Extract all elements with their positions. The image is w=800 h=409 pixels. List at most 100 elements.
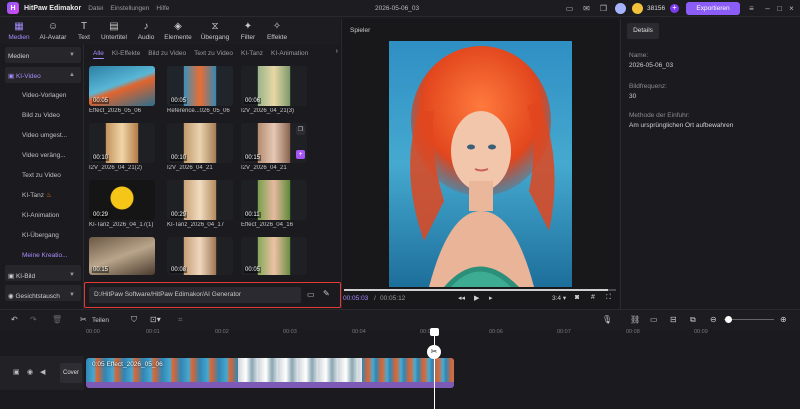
media-thumbnail[interactable]: 00:15 bbox=[89, 237, 155, 275]
video-preview[interactable] bbox=[389, 41, 572, 287]
mail-icon[interactable]: ✉ bbox=[582, 4, 591, 13]
fit-icon[interactable]: ⧉ bbox=[690, 315, 696, 324]
sidebar-item-video-transform[interactable]: Video umgest... bbox=[0, 125, 83, 145]
minimize-icon[interactable]: – bbox=[763, 4, 772, 13]
maximize-icon[interactable]: □ bbox=[775, 4, 784, 13]
avatar[interactable] bbox=[615, 3, 626, 14]
tool-subtitles[interactable]: ▤ Untertitel bbox=[96, 17, 132, 44]
media-thumbnail[interactable]: 00:10 bbox=[89, 123, 155, 163]
edit-icon[interactable]: ✎ bbox=[323, 289, 330, 298]
sidebar-item-image-to-video[interactable]: Bild zu Video bbox=[0, 105, 83, 125]
menu-file[interactable]: Datei bbox=[88, 5, 103, 12]
media-thumbnail[interactable]: 00:29 bbox=[89, 180, 155, 220]
fullscreen-icon[interactable]: ⛶ bbox=[606, 294, 611, 302]
media-thumbnail[interactable]: 00:05 bbox=[241, 237, 307, 275]
playback-progress-bar[interactable] bbox=[344, 289, 616, 291]
text-tool-icon[interactable]: ⊡▾ bbox=[150, 315, 161, 324]
copy-icon[interactable]: ❐ bbox=[296, 126, 305, 135]
tool-media[interactable]: ▦ Medien bbox=[4, 17, 34, 44]
media-thumbnail[interactable]: 00:10 bbox=[167, 123, 233, 163]
sidebar-label: Video umgest... bbox=[22, 131, 68, 139]
media-thumbnail[interactable]: 00:29 bbox=[167, 180, 233, 220]
tab-image-to-video[interactable]: Bild zu Video bbox=[148, 50, 186, 57]
tool-filter[interactable]: ✦ Filter bbox=[234, 17, 262, 44]
menu-settings[interactable]: Einstellungen bbox=[110, 5, 149, 12]
crop-icon[interactable]: ⌗ bbox=[178, 315, 183, 324]
sidebar-item-ai-animation[interactable]: KI-Animation bbox=[0, 205, 83, 225]
zoom-in-icon[interactable]: ⊕ bbox=[780, 315, 787, 324]
tool-audio[interactable]: ♪ Audio bbox=[132, 17, 160, 44]
face-swap-icon: ◉ bbox=[8, 293, 16, 300]
delete-icon[interactable]: 🗑 bbox=[52, 315, 62, 324]
sidebar-item-ai-transition[interactable]: KI-Übergang bbox=[0, 225, 83, 245]
previous-frame-icon[interactable]: ◂◂ bbox=[458, 294, 465, 302]
sidebar-label: KI-Video bbox=[15, 72, 41, 80]
close-icon[interactable]: × bbox=[787, 4, 796, 13]
tab-all[interactable]: Alle bbox=[93, 50, 104, 57]
media-icon: ▦ bbox=[14, 20, 24, 32]
sidebar-group-ai-video[interactable]: ▣ KI-Video ▲ bbox=[0, 67, 83, 85]
sidebar-label: Medien bbox=[8, 52, 30, 60]
tab-ai-dance[interactable]: KI-Tanz bbox=[241, 50, 263, 57]
lock-icon[interactable]: ▣ bbox=[13, 368, 20, 376]
detail-label-framerate: Bildfrequenz: bbox=[629, 83, 667, 90]
tool-transition[interactable]: ⧖ Übergang bbox=[196, 17, 234, 44]
sidebar-item-text-to-video[interactable]: Text zu Video bbox=[0, 165, 83, 185]
aspect-ratio-select[interactable]: 3:4 ▾ bbox=[552, 294, 566, 302]
split-at-playhead-icon[interactable]: ✂ bbox=[427, 345, 441, 359]
cover-button[interactable]: Cover bbox=[60, 363, 82, 383]
split-button[interactable]: Teilen bbox=[92, 316, 109, 325]
tab-ai-effects[interactable]: KI-Effekte bbox=[112, 50, 140, 57]
screen-icon[interactable]: ▭ bbox=[565, 4, 574, 13]
snap-icon[interactable]: ▭ bbox=[650, 315, 658, 324]
add-icon[interactable]: + bbox=[296, 150, 305, 159]
track-icon[interactable]: ⊟ bbox=[670, 315, 677, 324]
video-clip[interactable]: 0:05 Effect_2026_05_06 bbox=[86, 358, 454, 388]
tool-text[interactable]: T Text bbox=[72, 17, 96, 44]
zoom-out-icon[interactable]: ⊖ bbox=[710, 315, 717, 324]
next-frame-icon[interactable]: ▸ bbox=[489, 294, 493, 302]
tool-elements[interactable]: ◈ Elemente bbox=[160, 17, 196, 44]
snapshot-icon[interactable]: ◙ bbox=[575, 294, 579, 301]
sidebar-item-ai-dance[interactable]: KI-Tanz ♨ bbox=[0, 185, 83, 205]
sidebar-group-face-swap[interactable]: ◉ Gesichtstausch ▼ bbox=[0, 287, 83, 305]
sidebar-group-media[interactable]: Medien ▼ bbox=[0, 47, 83, 65]
tab-ai-animation[interactable]: KI-Animation bbox=[271, 50, 308, 57]
folder-icon[interactable]: ▭ bbox=[307, 290, 315, 299]
grid-icon[interactable]: # bbox=[591, 294, 595, 301]
link-icon[interactable]: ⛓ bbox=[630, 315, 640, 324]
redo-icon[interactable]: ↷ bbox=[30, 315, 37, 324]
ruler-tick: 00:00 bbox=[86, 329, 100, 335]
sidebar-item-my-creations[interactable]: Meine Kreatio... bbox=[0, 245, 83, 265]
timeline-ruler[interactable]: 00:00 00:01 00:02 00:03 00:04 00:05 00:0… bbox=[0, 329, 800, 341]
media-thumbnail[interactable]: 00:05 bbox=[89, 66, 155, 106]
volume-icon[interactable]: ◀ bbox=[40, 368, 45, 376]
media-thumbnail[interactable]: 00:06 bbox=[241, 66, 307, 106]
sidebar-item-video-templates[interactable]: Video-Vorlagen bbox=[0, 85, 83, 105]
playhead-handle[interactable] bbox=[430, 328, 439, 336]
undo-icon[interactable]: ↶ bbox=[11, 315, 18, 324]
gift-icon[interactable]: ❒ bbox=[599, 4, 608, 13]
export-button[interactable]: Exportieren bbox=[686, 2, 740, 15]
media-thumbnail[interactable]: 00:05 bbox=[167, 66, 233, 106]
menu-icon[interactable]: ≡ bbox=[747, 4, 756, 13]
sidebar-item-video-extend[interactable]: Video veräng... bbox=[0, 145, 83, 165]
microphone-icon[interactable]: 🎙 bbox=[602, 315, 612, 324]
menu-help[interactable]: Hilfe bbox=[156, 5, 169, 12]
tab-details[interactable]: Details bbox=[627, 23, 659, 39]
tab-text-to-video[interactable]: Text zu Video bbox=[194, 50, 233, 57]
visibility-icon[interactable]: ◉ bbox=[27, 368, 33, 376]
shield-icon[interactable]: ⛉ bbox=[131, 315, 137, 324]
chevron-right-icon[interactable]: › bbox=[336, 48, 338, 55]
save-path-field[interactable]: D:/HitPaw Software/HitPaw Edimakor/AI Ge… bbox=[89, 287, 301, 303]
media-thumbnail[interactable]: 00:11 bbox=[241, 180, 307, 220]
scissors-icon[interactable]: ✂ bbox=[80, 315, 87, 324]
play-icon[interactable]: ▶ bbox=[474, 294, 479, 302]
tool-effects[interactable]: ✧ Effekte bbox=[262, 17, 292, 44]
playhead[interactable] bbox=[434, 329, 435, 409]
add-coins-button[interactable]: + bbox=[670, 4, 679, 13]
zoom-slider-handle[interactable] bbox=[725, 316, 732, 323]
tool-ai-avatar[interactable]: ☺ AI-Avatar bbox=[34, 17, 72, 44]
media-thumbnail[interactable]: 00:08 bbox=[167, 237, 233, 275]
sidebar-group-ai-image[interactable]: ▣ KI-Bild ▼ bbox=[0, 267, 83, 285]
